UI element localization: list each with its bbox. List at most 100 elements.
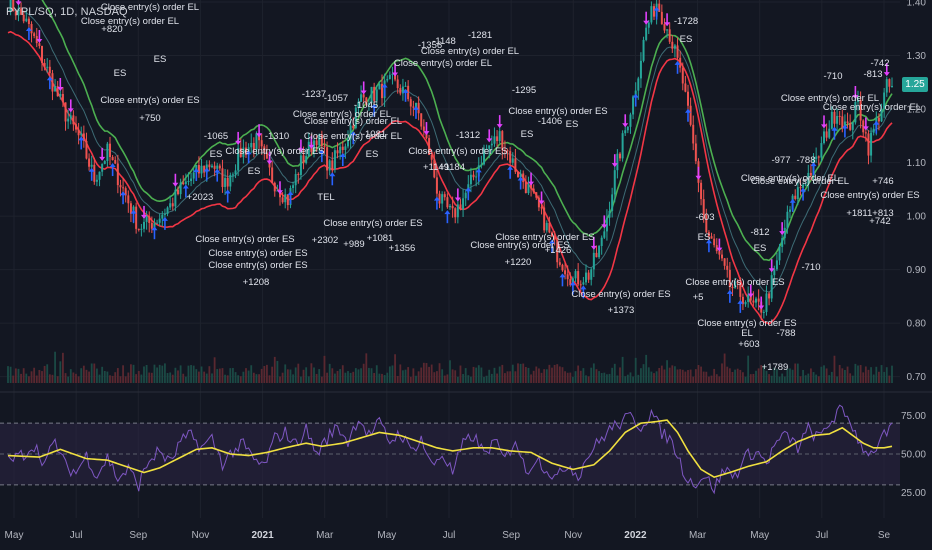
volume-bar xyxy=(82,365,85,383)
volume-bar xyxy=(315,373,318,383)
volume-bar xyxy=(872,374,875,383)
time-tick-label: Jul xyxy=(443,530,456,541)
candle-body xyxy=(820,143,823,158)
volume-bar xyxy=(875,366,878,383)
candle-body xyxy=(51,73,54,92)
candle-body xyxy=(213,165,216,169)
volume-bar xyxy=(396,375,399,383)
candle-body xyxy=(135,206,138,229)
volume-bar xyxy=(156,367,158,383)
volume-bar xyxy=(700,366,702,383)
trade-label: +5 xyxy=(693,292,704,303)
volume-bar xyxy=(242,371,245,383)
candle-body xyxy=(689,105,692,125)
volume-bar xyxy=(187,365,190,383)
volume-bar xyxy=(645,354,648,383)
candle-body xyxy=(297,174,300,176)
volume-bar xyxy=(477,365,480,383)
volume-bar xyxy=(885,367,888,383)
candle-body xyxy=(226,177,229,187)
volume-bar xyxy=(234,372,237,383)
volume-bar xyxy=(41,371,43,383)
candle-body xyxy=(187,180,190,182)
volume-bar xyxy=(616,375,619,383)
volume-bar xyxy=(438,363,441,383)
trade-label: +1789 xyxy=(762,362,789,373)
volume-bar xyxy=(35,375,38,383)
volume-bar xyxy=(153,364,156,383)
volume-bar xyxy=(488,369,491,383)
volume-bar xyxy=(679,369,682,383)
candle-body xyxy=(59,93,62,97)
candle-body xyxy=(590,269,593,280)
volume-bar xyxy=(608,373,611,383)
candle-body xyxy=(72,115,75,125)
candle-body xyxy=(127,195,130,204)
candle-body xyxy=(799,187,802,189)
volume-bar xyxy=(820,366,823,383)
volume-bar xyxy=(381,373,383,383)
trade-arrow-head xyxy=(99,156,106,161)
candle-body xyxy=(192,172,195,179)
volume-bar xyxy=(239,376,242,383)
volume-bar xyxy=(407,367,410,383)
volume-bar xyxy=(103,370,106,383)
candle-body xyxy=(109,143,111,158)
volume-bar xyxy=(514,371,517,383)
volume-bar xyxy=(668,367,671,383)
candle-body xyxy=(796,187,799,199)
volume-bar xyxy=(841,368,844,383)
time-tick-label: Sep xyxy=(502,530,520,541)
trade-label: +820 xyxy=(101,24,122,35)
trade-label: Close entry(s) order EL xyxy=(751,176,849,187)
candle-body xyxy=(422,126,425,131)
candle-body xyxy=(723,258,726,266)
trade-label: -603 xyxy=(695,212,714,223)
volume-bar xyxy=(844,369,846,383)
candle-body xyxy=(464,192,467,199)
volume-bar xyxy=(192,365,195,383)
volume-bar xyxy=(697,364,700,383)
volume-bar xyxy=(582,368,585,383)
candle-body xyxy=(46,66,49,68)
volume-bar xyxy=(9,366,12,383)
trade-label: Close entry(s) order ES xyxy=(208,248,307,259)
volume-bar xyxy=(694,369,697,383)
volume-bar xyxy=(807,373,810,383)
volume-bar xyxy=(561,367,564,383)
candle-body xyxy=(891,85,893,87)
candle-body xyxy=(271,167,274,183)
candle-body xyxy=(305,156,308,164)
candle-body xyxy=(77,129,80,136)
volume-bar xyxy=(375,365,378,383)
trade-label: Close entry(s) order ES xyxy=(685,277,784,288)
volume-bar xyxy=(140,374,143,383)
trade-label: -1057 xyxy=(324,93,348,104)
candle-body xyxy=(456,204,459,218)
volume-bar xyxy=(859,365,862,383)
trade-label: +1356 xyxy=(389,243,416,254)
volume-bar xyxy=(710,375,713,383)
trade-annotations: Close entry(s) order EL Close entry(s) or… xyxy=(81,2,921,373)
volume-bar xyxy=(266,364,268,383)
volume-bar xyxy=(472,366,475,383)
candle-body xyxy=(391,73,394,75)
volume-bar xyxy=(731,371,734,383)
volume-bar xyxy=(184,376,187,383)
candle-body xyxy=(38,43,41,47)
candle-body xyxy=(475,176,478,178)
volume-bar xyxy=(51,374,54,383)
candle-body xyxy=(637,78,640,91)
volume-bar xyxy=(823,365,825,383)
candle-body xyxy=(462,198,465,210)
candle-body xyxy=(286,194,289,206)
time-tick-label: May xyxy=(750,530,769,541)
trade-label: -1295 xyxy=(512,85,536,96)
candle-body xyxy=(171,203,174,207)
volume-bar xyxy=(624,376,627,383)
candle-body xyxy=(179,182,182,195)
volume-bar xyxy=(417,371,420,383)
trade-label: Close entry(s) order ES xyxy=(408,146,507,157)
candle-body xyxy=(537,197,540,208)
volume-bar xyxy=(143,366,145,383)
